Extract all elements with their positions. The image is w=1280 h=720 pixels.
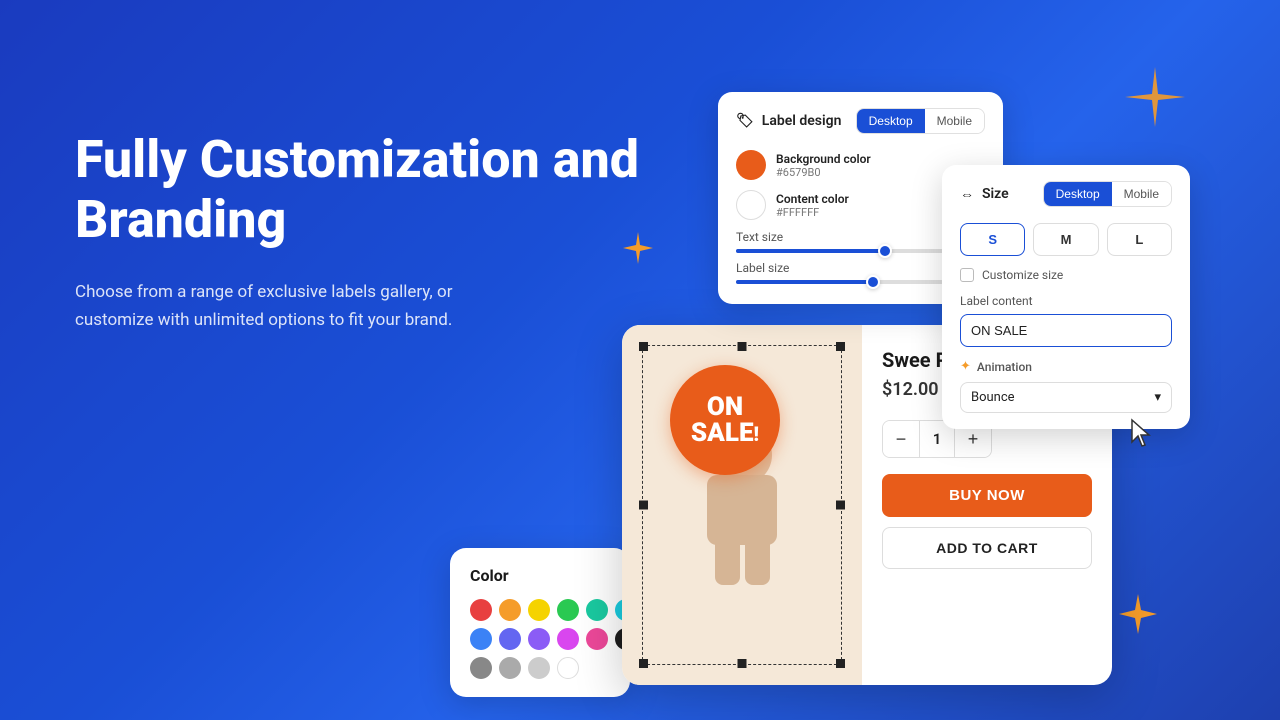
doll-torso: [707, 475, 777, 545]
panel-title-group: 🏷 Label design: [736, 113, 841, 129]
color-swatch-indigo[interactable]: [499, 628, 521, 650]
animation-value: Bounce: [971, 390, 1015, 405]
color-swatch-purple[interactable]: [528, 628, 550, 650]
size-panel-title-group: ⇔ Size: [960, 186, 1009, 203]
size-icon: ⇔: [960, 186, 974, 203]
color-swatch-green[interactable]: [557, 599, 579, 621]
color-swatch-light-blue[interactable]: [470, 628, 492, 650]
panel-header: 🏷 Label design Desktop Mobile: [736, 108, 985, 134]
size-panel-header: ⇔ Size Desktop Mobile: [960, 181, 1172, 207]
color-swatch-yellow[interactable]: [528, 599, 550, 621]
handle-tr[interactable]: [836, 342, 845, 351]
color-grid: [470, 599, 610, 679]
size-btn-s[interactable]: S: [960, 223, 1025, 256]
handle-tm[interactable]: [738, 342, 747, 351]
handle-bl[interactable]: [639, 659, 648, 668]
color-swatch-silver[interactable]: [528, 657, 550, 679]
size-tab-mobile[interactable]: Mobile: [1112, 182, 1171, 206]
sparkle-decoration-bottom-right: [1116, 592, 1160, 640]
color-swatch-pink[interactable]: [586, 628, 608, 650]
content-color-hex: #FFFFFF: [776, 206, 849, 219]
label-icon: 🏷: [736, 113, 754, 129]
handle-mr[interactable]: [836, 501, 845, 510]
doll-leg-left: [715, 535, 740, 585]
label-content-label: Label content: [960, 294, 1172, 308]
quantity-decrease-button[interactable]: −: [883, 421, 919, 457]
page-subtitle: Choose from a range of exclusive labels …: [75, 278, 505, 334]
size-tab-group[interactable]: Desktop Mobile: [1043, 181, 1172, 207]
sparkle-decoration-top-right: [1120, 62, 1190, 146]
add-to-cart-button[interactable]: ADD TO CART: [882, 527, 1092, 569]
tab-desktop[interactable]: Desktop: [857, 109, 925, 133]
product-image-area: ON SALE!: [622, 325, 862, 685]
handle-br[interactable]: [836, 659, 845, 668]
tab-mobile[interactable]: Mobile: [925, 109, 984, 133]
customize-size-row: Customize size: [960, 268, 1172, 282]
customize-size-checkbox[interactable]: [960, 268, 974, 282]
color-swatch-orange[interactable]: [499, 599, 521, 621]
bg-color-hex: #6579B0: [776, 166, 871, 179]
content-color-info: Content color #FFFFFF: [776, 192, 849, 219]
handle-bm[interactable]: [738, 659, 747, 668]
customize-size-label: Customize size: [982, 268, 1063, 282]
badge-line1: ON: [707, 394, 743, 420]
color-swatch-white[interactable]: [557, 657, 579, 679]
handle-ml[interactable]: [639, 501, 648, 510]
chevron-down-icon: ▾: [1154, 390, 1161, 405]
page-title: Fully Customization and Branding: [75, 130, 655, 250]
label-design-tab-group[interactable]: Desktop Mobile: [856, 108, 985, 134]
handle-tl[interactable]: [639, 342, 648, 351]
color-panel: Color: [450, 548, 630, 697]
color-swatch-gray[interactable]: [470, 657, 492, 679]
size-btn-m[interactable]: M: [1033, 223, 1098, 256]
animation-star-icon: ✦: [960, 359, 971, 374]
color-swatch-red[interactable]: [470, 599, 492, 621]
color-swatch-fuchsia[interactable]: [557, 628, 579, 650]
content-color-label: Content color: [776, 192, 849, 206]
animation-label: Animation: [977, 360, 1032, 374]
bg-color-info: Background color #6579B0: [776, 152, 871, 179]
label-design-title: Label design: [762, 113, 842, 129]
label-content-input[interactable]: [960, 314, 1172, 347]
size-btn-l[interactable]: L: [1107, 223, 1172, 256]
content-color-swatch[interactable]: [736, 190, 766, 220]
bg-color-swatch[interactable]: [736, 150, 766, 180]
badge-line2: SALE!: [691, 420, 759, 446]
animation-row: ✦ Animation: [960, 359, 1172, 374]
color-swatch-teal[interactable]: [586, 599, 608, 621]
badge-exclaim: !: [754, 422, 760, 446]
animation-select[interactable]: Bounce ▾: [960, 382, 1172, 413]
size-panel: ⇔ Size Desktop Mobile S M L Customize si…: [942, 165, 1190, 429]
buy-now-button[interactable]: BUY NOW: [882, 474, 1092, 517]
doll-leg-right: [745, 535, 770, 585]
hero-content: Fully Customization and Branding Choose …: [75, 130, 655, 334]
color-panel-title: Color: [470, 566, 610, 585]
color-swatch-light-gray[interactable]: [499, 657, 521, 679]
bg-color-label: Background color: [776, 152, 871, 166]
size-tab-desktop[interactable]: Desktop: [1044, 182, 1112, 206]
on-sale-badge: ON SALE!: [670, 365, 780, 475]
size-button-group: S M L: [960, 223, 1172, 256]
size-panel-title: Size: [982, 186, 1009, 202]
